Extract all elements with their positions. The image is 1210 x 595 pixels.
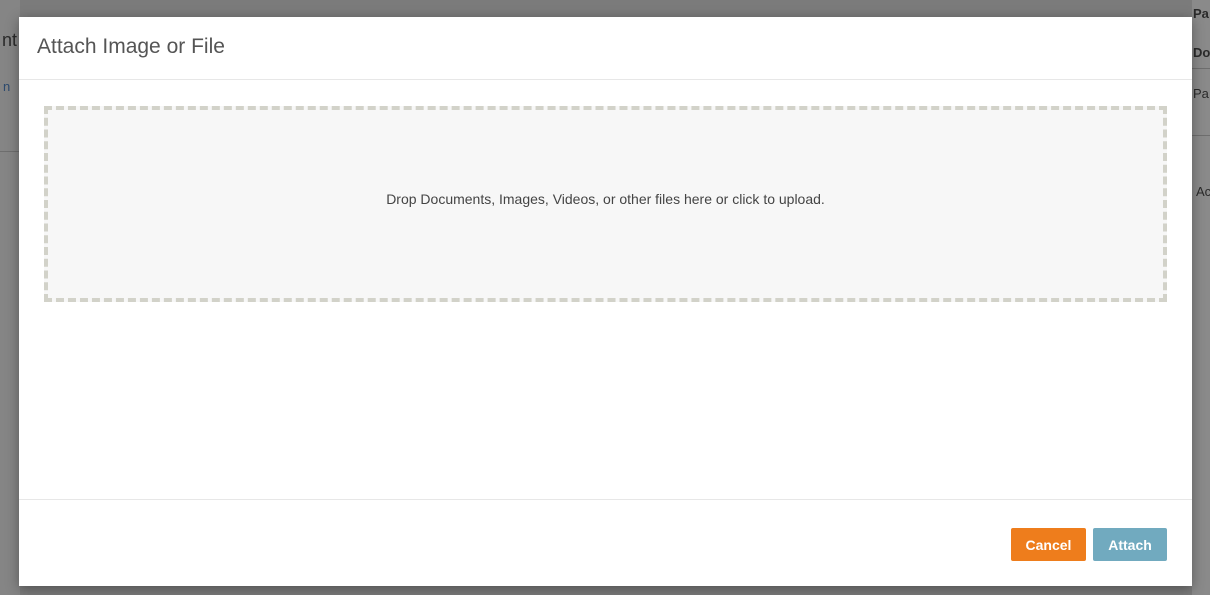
background-divider: [0, 151, 19, 152]
background-cell-fragment: Ac: [1196, 184, 1210, 199]
dialog-footer: Cancel Attach: [19, 499, 1192, 586]
background-link-fragment: n: [3, 79, 11, 94]
file-dropzone[interactable]: Drop Documents, Images, Videos, or other…: [44, 106, 1167, 302]
attach-file-dialog: Attach Image or File Drop Documents, Ima…: [19, 17, 1192, 586]
background-header-fragment: Pa: [1193, 6, 1209, 21]
background-divider: [1192, 135, 1210, 136]
background-cell-fragment: Pa: [1193, 86, 1209, 101]
attach-button[interactable]: Attach: [1093, 528, 1167, 561]
background-header-fragment: Do: [1193, 45, 1210, 60]
cancel-button[interactable]: Cancel: [1011, 528, 1086, 561]
dialog-title: Attach Image or File: [37, 35, 225, 58]
dialog-header: Attach Image or File: [19, 17, 1192, 80]
background-divider: [1192, 68, 1210, 69]
dropzone-instructions: Drop Documents, Images, Videos, or other…: [386, 191, 825, 207]
background-text-fragment: nt: [2, 30, 18, 50]
